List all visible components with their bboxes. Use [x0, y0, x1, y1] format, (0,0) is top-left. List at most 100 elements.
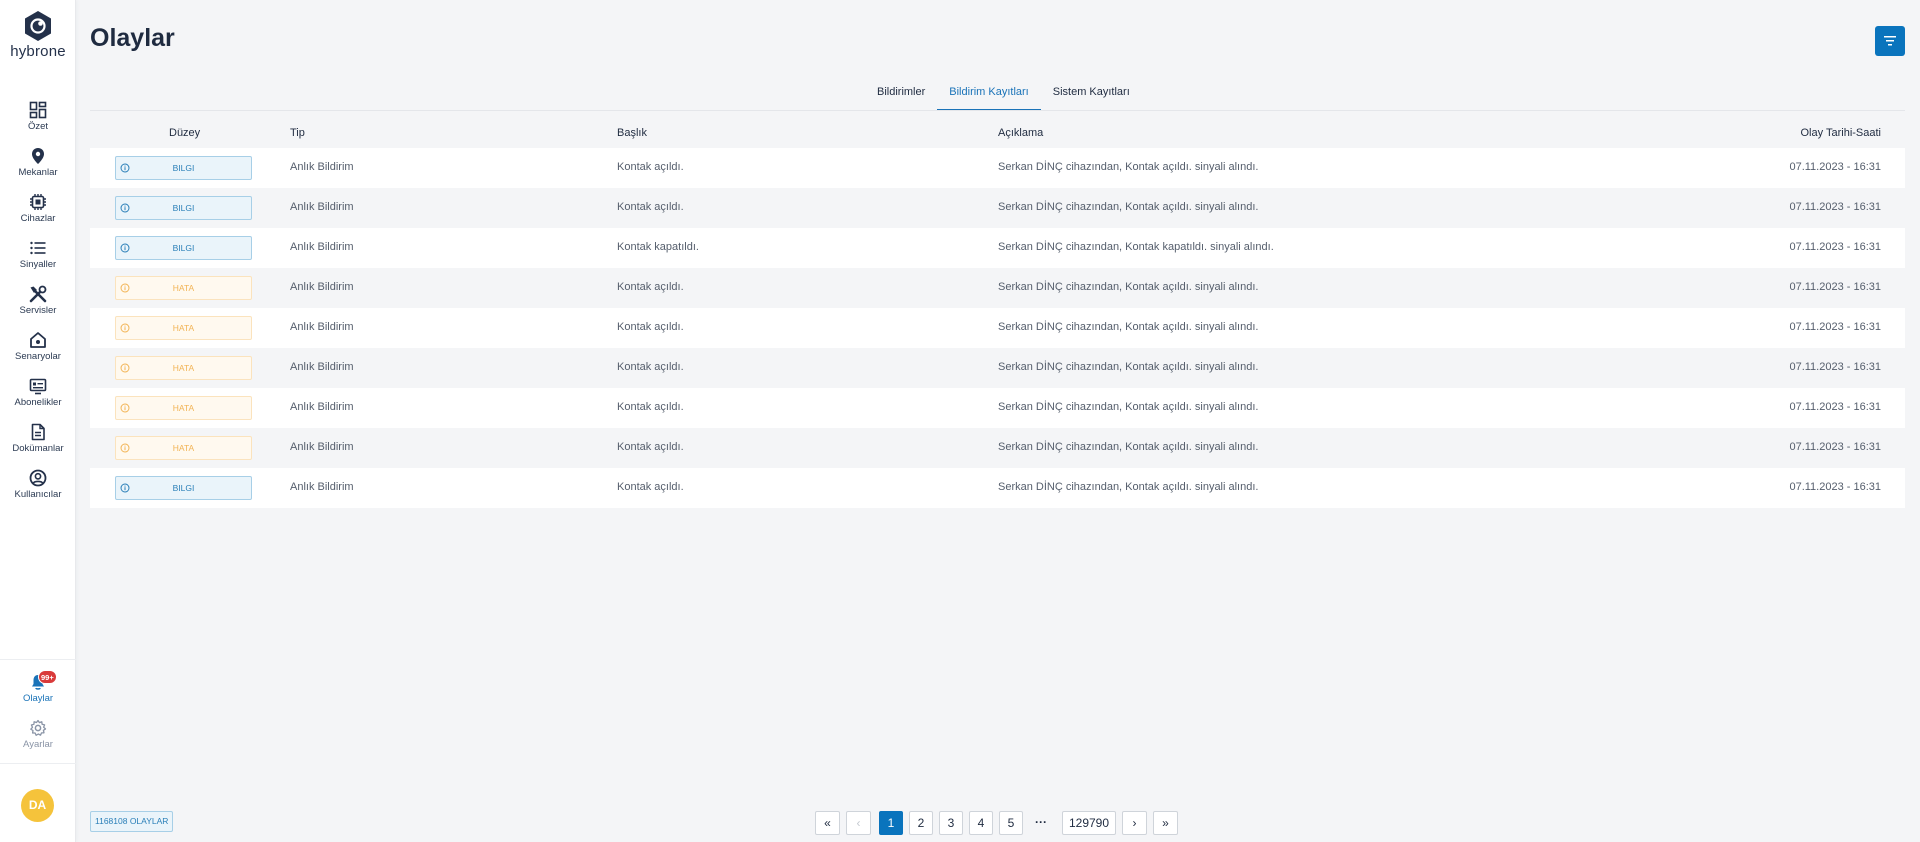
cell-type: Anlık Bildirim	[290, 481, 354, 493]
info-icon	[120, 483, 130, 493]
logo[interactable]: hybrone	[0, 10, 76, 60]
level-text: HATA	[172, 443, 195, 453]
sidebar-item-mekanlar[interactable]: Mekanlar	[0, 147, 76, 187]
page-button-2[interactable]: 2	[909, 811, 933, 835]
info-icon	[120, 363, 130, 373]
sidebar-item-label: Kullanıcılar	[14, 489, 62, 500]
table-row[interactable]: HATA Anlık Bildirim Kontak açıldı. Serka…	[90, 428, 1905, 468]
sidebar-item-label: Servisler	[19, 305, 57, 316]
tab-bildirim-kayitlari[interactable]: Bildirim Kayıtları	[937, 82, 1041, 111]
info-icon	[120, 163, 130, 173]
table-row[interactable]: BILGI Anlık Bildirim Kontak açıldı. Serk…	[90, 468, 1905, 508]
table-header: Düzey Tip Başlık Açıklama Olay Tarihi-Sa…	[90, 122, 1905, 146]
sidebar-item-label: Mekanlar	[18, 167, 58, 178]
sidebar-item-cihazlar[interactable]: Cihazlar	[0, 193, 76, 233]
column-header-baslik[interactable]: Başlık	[617, 127, 647, 139]
sidebar-item-label: Sinyaller	[19, 259, 57, 270]
level-text: HATA	[172, 323, 195, 333]
avatar[interactable]: DA	[21, 789, 54, 822]
sidebar-item-label: Abonelikler	[14, 397, 62, 408]
cell-type: Anlık Bildirim	[290, 241, 354, 253]
level-badge: BILGI	[115, 236, 252, 260]
list-icon	[30, 241, 46, 255]
sidebar: hybrone Özet Mekanlar Cihazlar Sinyaller…	[0, 0, 76, 842]
cell-title: Kontak açıldı.	[617, 161, 684, 173]
cell-title: Kontak kapatıldı.	[617, 241, 699, 253]
page-button-3[interactable]: 3	[939, 811, 963, 835]
tab-bildirimler[interactable]: Bildirimler	[865, 82, 937, 111]
cell-description: Serkan DİNÇ cihazından, Kontak açıldı. s…	[998, 161, 1259, 173]
page-button-1[interactable]: 1	[879, 811, 903, 835]
cell-description: Serkan DİNÇ cihazından, Kontak açıldı. s…	[998, 481, 1259, 493]
chip-icon	[30, 194, 46, 210]
hybrone-logo-icon	[25, 11, 51, 41]
level-text: BILGI	[172, 243, 195, 253]
sidebar-item-kullanicilar[interactable]: Kullanıcılar	[0, 469, 76, 509]
cell-type: Anlık Bildirim	[290, 401, 354, 413]
tab-sistem-kayitlari[interactable]: Sistem Kayıtları	[1041, 82, 1142, 111]
info-icon	[120, 243, 130, 253]
sidebar-item-senaryolar[interactable]: Senaryolar	[0, 331, 76, 371]
tabs-divider	[90, 110, 1905, 111]
next-page-button[interactable]: ›	[1122, 811, 1147, 835]
level-text: HATA	[172, 363, 195, 373]
filter-icon	[1884, 36, 1896, 46]
prev-page-button[interactable]: ‹	[846, 811, 871, 835]
cell-datetime: 07.11.2023 - 16:31	[1789, 201, 1881, 213]
sidebar-item-label: Senaryolar	[15, 351, 61, 362]
home-scenario-icon	[30, 332, 46, 348]
level-badge: HATA	[115, 276, 252, 300]
cell-title: Kontak açıldı.	[617, 481, 684, 493]
last-page-button[interactable]: »	[1153, 811, 1178, 835]
tools-icon	[29, 285, 47, 303]
cell-title: Kontak açıldı.	[617, 401, 684, 413]
location-pin-icon	[32, 148, 44, 164]
notification-count-badge: 99+	[38, 670, 57, 684]
level-text: BILGI	[172, 163, 195, 173]
table-row[interactable]: BILGI Anlık Bildirim Kontak açıldı. Serk…	[90, 188, 1905, 228]
sidebar-item-sinyaller[interactable]: Sinyaller	[0, 239, 76, 279]
pagination-ellipsis: ···	[1035, 815, 1047, 829]
cell-type: Anlık Bildirim	[290, 441, 354, 453]
table-row[interactable]: HATA Anlık Bildirim Kontak açıldı. Serka…	[90, 348, 1905, 388]
sidebar-item-servisler[interactable]: Servisler	[0, 285, 76, 325]
column-header-aciklama[interactable]: Açıklama	[998, 127, 1043, 139]
level-text: HATA	[172, 403, 195, 413]
cell-datetime: 07.11.2023 - 16:31	[1789, 441, 1881, 453]
sidebar-item-ayarlar[interactable]: Ayarlar	[0, 719, 76, 759]
cell-type: Anlık Bildirim	[290, 361, 354, 373]
column-header-duzey[interactable]: Düzey	[169, 127, 200, 139]
table-row[interactable]: HATA Anlık Bildirim Kontak açıldı. Serka…	[90, 268, 1905, 308]
cell-title: Kontak açıldı.	[617, 321, 684, 333]
cell-datetime: 07.11.2023 - 16:31	[1789, 241, 1881, 253]
sidebar-item-abonelikler[interactable]: Abonelikler	[0, 377, 76, 417]
first-page-button[interactable]: «	[815, 811, 840, 835]
user-circle-icon	[29, 469, 47, 487]
cell-type: Anlık Bildirim	[290, 321, 354, 333]
page-button-last-number[interactable]: 129790	[1062, 811, 1116, 835]
table-row[interactable]: HATA Anlık Bildirim Kontak açıldı. Serka…	[90, 388, 1905, 428]
subscription-card-icon	[29, 378, 47, 395]
table-row[interactable]: BILGI Anlık Bildirim Kontak kapatıldı. S…	[90, 228, 1905, 268]
sidebar-item-label: Özet	[27, 121, 49, 132]
cell-datetime: 07.11.2023 - 16:31	[1789, 281, 1881, 293]
filter-button[interactable]	[1875, 26, 1905, 56]
column-header-olay-tarihi-saati[interactable]: Olay Tarihi-Saati	[1801, 127, 1882, 139]
level-badge: BILGI	[115, 476, 252, 500]
cell-datetime: 07.11.2023 - 16:31	[1789, 361, 1881, 373]
page-button-4[interactable]: 4	[969, 811, 993, 835]
document-icon	[31, 423, 45, 441]
sidebar-item-dokumanlar[interactable]: Dokümanlar	[0, 423, 76, 463]
sidebar-item-ozet[interactable]: Özet	[0, 101, 76, 141]
sidebar-item-olaylar[interactable]: 99+ Olaylar	[0, 670, 76, 713]
cell-title: Kontak açıldı.	[617, 281, 684, 293]
cell-datetime: 07.11.2023 - 16:31	[1789, 161, 1881, 173]
column-header-tip[interactable]: Tip	[290, 127, 305, 139]
level-badge: BILGI	[115, 196, 252, 220]
sidebar-item-label: Cihazlar	[20, 213, 56, 224]
table-row[interactable]: HATA Anlık Bildirim Kontak açıldı. Serka…	[90, 308, 1905, 348]
page-button-5[interactable]: 5	[999, 811, 1023, 835]
level-badge: HATA	[115, 436, 252, 460]
table-row[interactable]: BILGI Anlık Bildirim Kontak açıldı. Serk…	[90, 148, 1905, 188]
cell-title: Kontak açıldı.	[617, 361, 684, 373]
